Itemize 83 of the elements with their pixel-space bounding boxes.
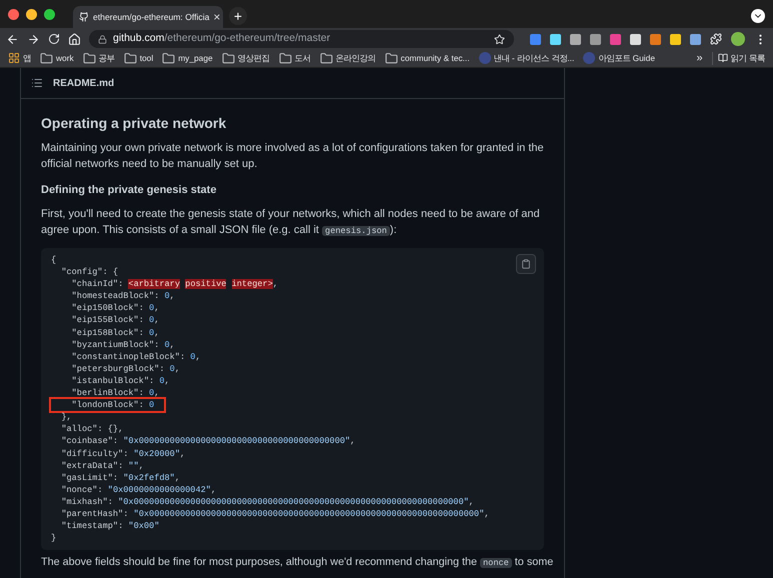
code-line: "eip155Block": 0,	[70, 314, 160, 327]
site-favicon-icon	[583, 52, 596, 64]
code-line: "constantinopleBlock": 0,	[70, 350, 201, 363]
readme-filename: README.md	[53, 76, 114, 90]
folder-icon	[40, 52, 53, 65]
bookmark-star-icon[interactable]	[494, 34, 505, 44]
url-text: github.com/ethereum/go-ethereum/tree/master	[113, 31, 332, 46]
code-line: "eip150Block": 0,	[70, 302, 160, 314]
code-line: "config": {	[60, 266, 118, 278]
lock-icon	[98, 34, 107, 44]
minimize-window-icon[interactable]	[26, 8, 37, 20]
code-line: "petersburgBlock": 0,	[70, 362, 180, 375]
bookmark-item[interactable]: tool	[124, 52, 154, 65]
folder-icon	[124, 52, 137, 65]
code-line: {	[51, 254, 56, 266]
folder-icon	[278, 52, 292, 65]
reading-list-button[interactable]: 읽기 목록	[712, 52, 765, 65]
back-icon[interactable]	[6, 32, 19, 46]
address-bar[interactable]: github.com/ethereum/go-ethereum/tree/master	[89, 30, 514, 48]
bookmark-item[interactable]: 온라인강의	[320, 52, 376, 65]
apps-grid-icon	[8, 52, 20, 64]
folder-icon	[82, 52, 96, 65]
code-line: "difficulty": "0x20000",	[60, 448, 186, 460]
extension-icon[interactable]	[650, 34, 661, 44]
octocat-icon	[79, 12, 89, 22]
code-line: "homesteadBlock": 0,	[70, 290, 175, 302]
code-line: "chainId": <arbitrary positive integer>,	[70, 278, 278, 290]
home-icon[interactable]	[68, 32, 81, 46]
code-line: },	[60, 411, 72, 424]
reload-icon[interactable]	[48, 33, 60, 45]
code-line: }	[51, 532, 56, 544]
code-line: "berlinBlock": 0,	[70, 387, 160, 400]
clipboard-icon	[521, 259, 531, 269]
intro-paragraph: Maintaining your own private network is more involved as a lot of configurations taken for granted in the official networks need to be manually set up.	[41, 141, 544, 172]
code-line: "alloc": {},	[60, 423, 124, 436]
browser-tab[interactable]: ethereum/go-ethereum: Officia ×	[73, 6, 223, 28]
copy-button[interactable]	[516, 254, 536, 274]
code-line: "gasLimit": "0x2fefd8",	[60, 472, 180, 484]
extension-icon[interactable]	[690, 34, 701, 44]
section-heading: Operating a private network	[41, 114, 228, 133]
extension-icon[interactable]	[630, 34, 641, 44]
fields-paragraph: The above fields should be fine for most purposes, although we'd recommend changing the nonce to some	[41, 555, 554, 570]
bookmark-item[interactable]: 아임포트 Guide	[583, 52, 655, 65]
extensions-puzzle-icon[interactable]	[710, 33, 722, 45]
profile-menu-icon[interactable]	[751, 9, 765, 23]
code-line: "eip158Block": 0,	[70, 326, 160, 339]
code-line: "timestamp": "0x00"	[60, 520, 160, 532]
reading-list-icon	[718, 53, 728, 64]
folder-icon	[222, 52, 235, 65]
bookmark-item[interactable]: 영상편집	[222, 52, 270, 65]
genesis-paragraph: First, you'll need to create the genesis state of your networks, which all nodes need to be aware of and agree upon. This consists of a small JSON file (e.g. call it genesis.json ):	[41, 207, 541, 238]
code-line: "byzantiumBlock": 0,	[70, 338, 175, 351]
code-line: "mixhash": "0x0000000000000000000000000000000000000000000000000000000000000000",	[60, 496, 474, 508]
code-line: "extraData": "",	[60, 460, 144, 472]
bookmark-item[interactable]: my_page	[162, 52, 213, 65]
bookmark-item[interactable]: 앱	[8, 52, 31, 65]
folder-icon	[384, 52, 398, 65]
subsection-heading: Defining the private genesis state	[41, 183, 218, 198]
new-tab-button[interactable]: +	[229, 7, 247, 25]
bookmark-item[interactable]: 도서	[278, 52, 311, 65]
extension-icon[interactable]	[590, 34, 601, 44]
tab-close-button[interactable]: ×	[213, 11, 220, 23]
avatar-icon[interactable]	[731, 32, 745, 46]
code-line: "nonce": "0x0000000000000042",	[60, 484, 216, 496]
folder-icon	[320, 52, 333, 65]
tab-title: ethereum/go-ethereum: Officia	[93, 10, 210, 24]
extension-icon[interactable]	[550, 34, 561, 44]
folder-icon	[162, 52, 176, 65]
site-favicon-icon	[478, 52, 491, 64]
code-line: "coinbase": "0x0000000000000000000000000000000000000000",	[60, 435, 356, 448]
code-line: "londonBlock": 0	[51, 399, 164, 412]
forward-icon[interactable]	[27, 32, 40, 46]
bookmark-item[interactable]: community & tec...	[384, 52, 470, 65]
bookmark-item[interactable]: 공부	[82, 52, 115, 65]
code-line: "parentHash": "0x0000000000000000000000000000000000000000000000000000000000000000",	[60, 508, 490, 520]
bookmark-item[interactable]: 낸내 - 라이선스 걱정...	[478, 52, 574, 65]
maximize-window-icon[interactable]	[44, 8, 55, 20]
more-bookmarks-button[interactable]: »	[696, 50, 703, 67]
extension-icon[interactable]	[570, 34, 581, 44]
extension-icon[interactable]	[670, 34, 681, 44]
close-window-icon[interactable]	[8, 8, 19, 20]
code-line: "istanbulBlock": 0,	[70, 374, 170, 388]
bookmark-item[interactable]: work	[40, 52, 74, 65]
